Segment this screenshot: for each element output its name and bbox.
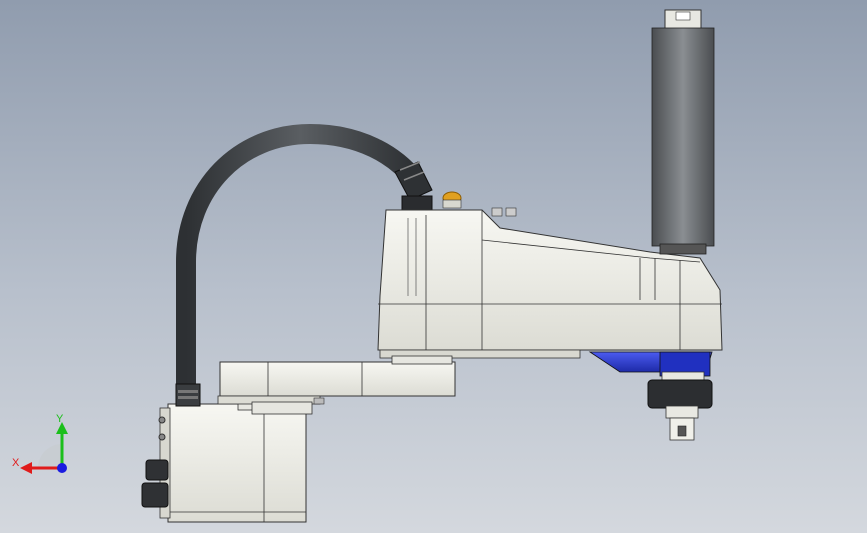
- cad-viewport[interactable]: Y X: [0, 0, 867, 533]
- quill-end: [647, 371, 713, 441]
- scara-robot-model[interactable]: [0, 0, 867, 533]
- arm-1: [217, 361, 456, 415]
- robot-base: [159, 395, 307, 523]
- y-axis-label: Y: [56, 413, 64, 425]
- x-axis-label: X: [12, 457, 20, 469]
- z-axis-dot: [57, 463, 67, 473]
- coordinate-triad-icon: Y X: [12, 413, 68, 474]
- cable-fitting: [394, 161, 433, 211]
- status-lamp-icon: [442, 191, 462, 209]
- bellows: [651, 9, 715, 255]
